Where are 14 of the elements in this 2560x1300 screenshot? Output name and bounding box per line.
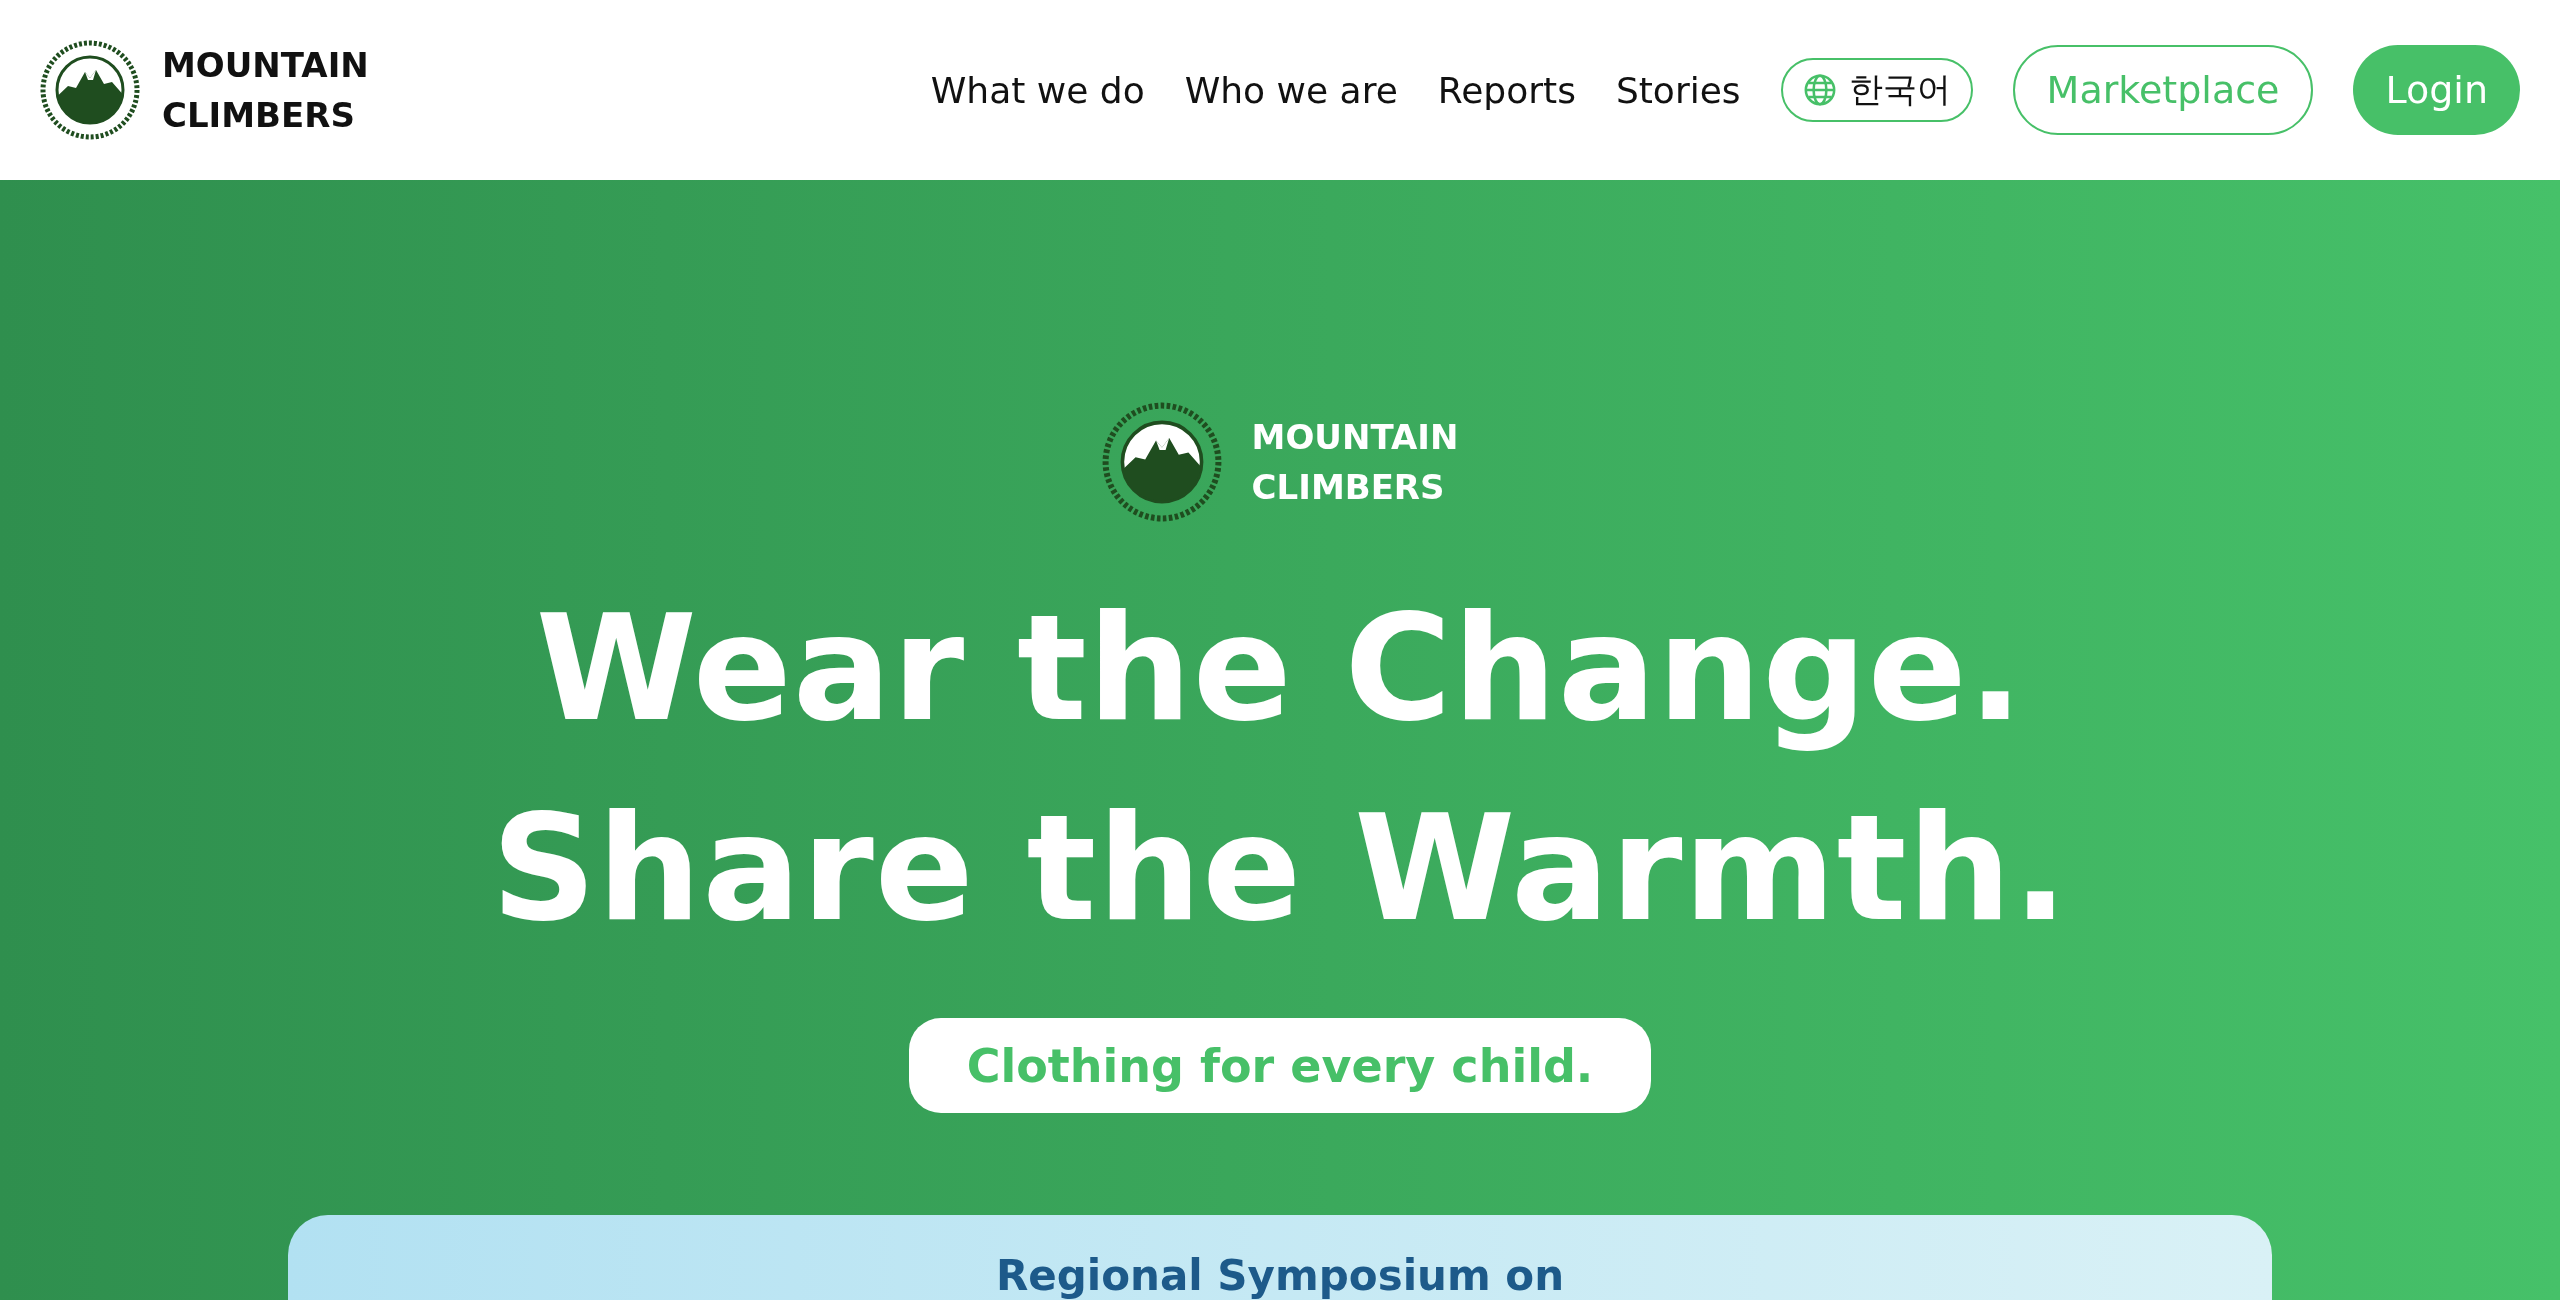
tagline: Clothing for every child. (908, 1018, 1652, 1113)
nav-link[interactable]: Stories (1615, 69, 1741, 111)
globe-icon (1802, 73, 1837, 107)
brand-name: MOUNTAIN CLIMBERS (1251, 416, 1459, 509)
brand-name: MOUNTAIN CLIMBERS (162, 44, 369, 137)
logo-icon (40, 40, 140, 140)
nav-link[interactable]: Reports (1437, 69, 1576, 111)
nav-link[interactable]: What we do (930, 69, 1145, 111)
headline: Share the Warmth. (491, 782, 2069, 955)
nav-link[interactable]: Who we are (1184, 69, 1398, 111)
headline: Wear the Change. (534, 582, 2026, 755)
banner-title: Regional Symposium on (995, 1251, 1565, 1300)
language-button[interactable]: 한국어 (1780, 58, 1973, 122)
logo-icon (1101, 402, 1222, 522)
